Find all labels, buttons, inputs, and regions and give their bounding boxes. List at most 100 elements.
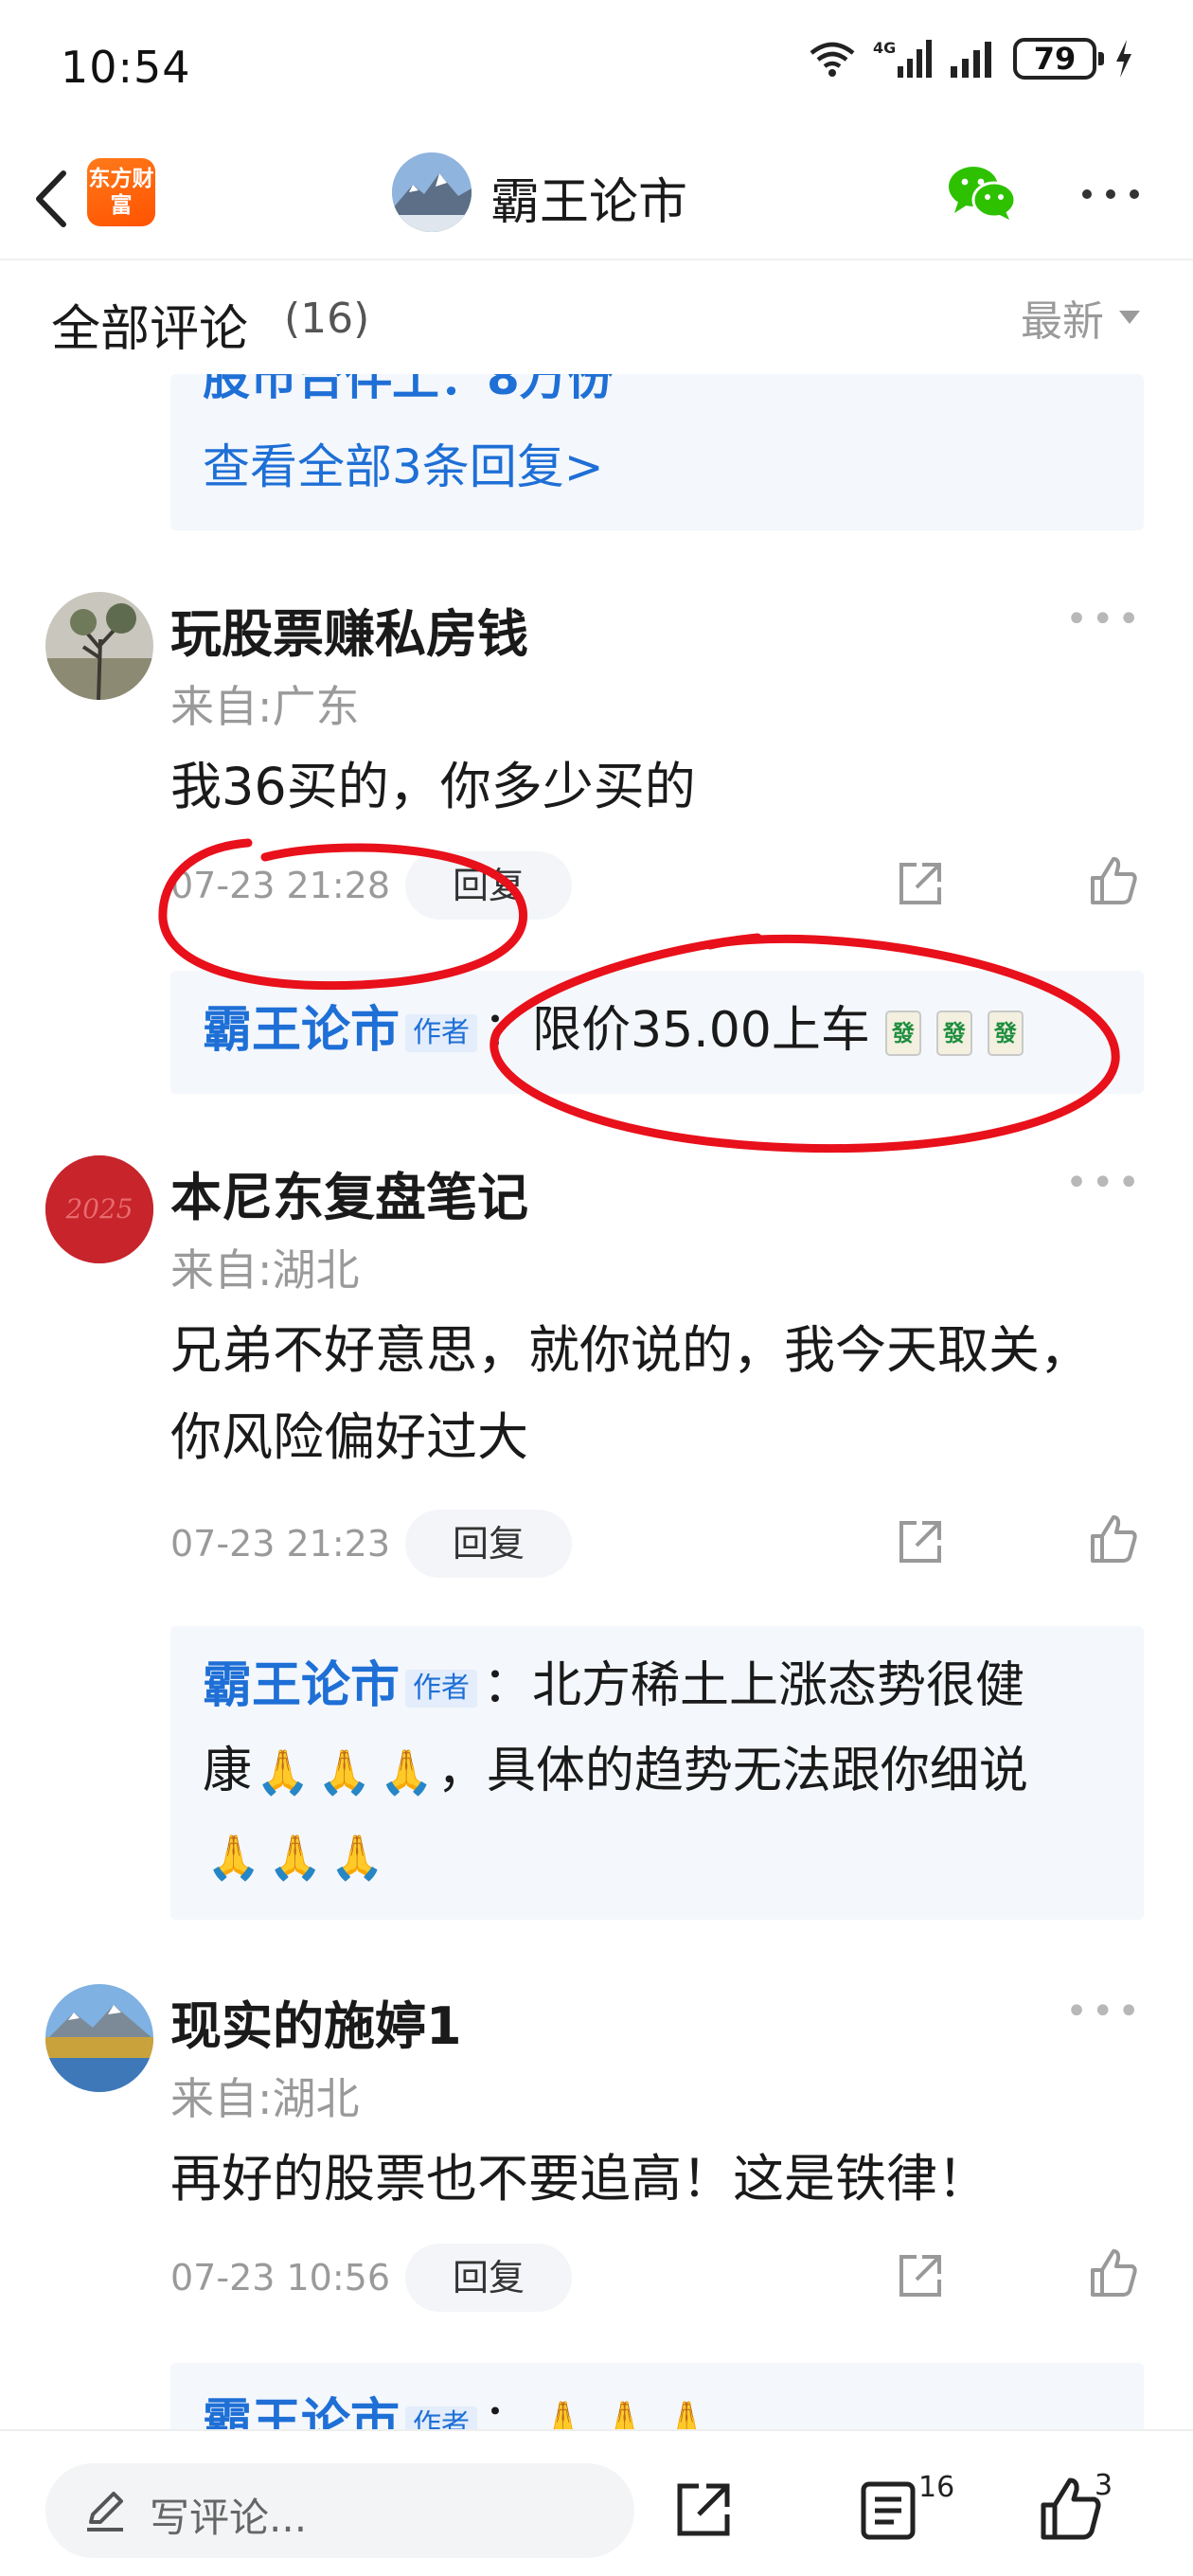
comment-time: 07-23 21:28: [170, 865, 391, 906]
like-icon[interactable]: [1087, 2247, 1140, 2300]
pray-emoji: 🙏: [379, 1746, 434, 1798]
reply-button[interactable]: 回复: [405, 851, 572, 920]
battery-indicator: 79: [1013, 38, 1104, 80]
reply-text: ，具体的趋势无法跟你细说: [436, 1743, 1028, 1799]
reply-text: ：限价35.00上车: [483, 1002, 870, 1059]
comments-list-icon[interactable]: [860, 2480, 917, 2541]
comments-title: 全部评论: [51, 301, 249, 358]
reply-box: 霸王论市 作者 ：🙏 🙏 🙏: [170, 2363, 1144, 2429]
page-title[interactable]: 霸王论市: [490, 162, 687, 233]
reply-text: ：: [483, 2394, 533, 2429]
status-time: 10:54: [61, 42, 191, 93]
reply-box: 霸王论市 作者 ：限价35.00上车發發發: [170, 971, 1144, 1094]
pray-emoji: 🙏: [659, 2398, 714, 2429]
bottom-action-bar: 写评论... 16 3: [0, 2429, 1193, 2576]
comment-more-button[interactable]: •••: [1065, 1161, 1144, 1205]
app-logo[interactable]: 东方财富: [87, 158, 155, 226]
caret-down-icon: [1119, 311, 1140, 324]
reply-line: 霸王论市 作者 ：🙏 🙏 🙏: [203, 2380, 1131, 2429]
reply-box: 霸王论市 作者 ：北方稀土上涨态势很健 康🙏 🙏 🙏，具体的趋势无法跟你细说 🙏 🙏 🙏: [170, 1626, 1144, 1920]
comment-text: 我36买的，你多少买的: [170, 757, 696, 816]
more-icon: [1082, 189, 1139, 199]
pray-emoji: 🙏: [206, 1832, 261, 1883]
share-icon[interactable]: [894, 857, 947, 910]
comment-time: 07-23 21:23: [170, 1523, 391, 1565]
red-2025-avatar-image: 2025: [45, 1155, 153, 1263]
reply-author-name[interactable]: 霸王论市: [203, 1002, 400, 1059]
comment-item: 玩股票赚私房钱 ••• 来自:广东 我36买的，你多少买的 07-23 21:2…: [0, 582, 1193, 1037]
status-bar: 10:54 4G 79: [0, 0, 1193, 137]
reply-line: 霸王论市 作者 ：北方稀土上涨态势很健: [203, 1643, 1131, 1728]
signal-icon: [951, 42, 991, 78]
reply-button[interactable]: 回复: [405, 2244, 572, 2312]
mountain-avatar-image: [392, 152, 472, 232]
back-icon: [36, 170, 66, 227]
signal-4g-icon: 4G: [873, 39, 932, 78]
more-options-button[interactable]: [1077, 175, 1144, 213]
wechat-share-button[interactable]: [947, 164, 1017, 221]
pray-emoji: 🙏: [329, 1832, 384, 1883]
reply-line: 康🙏 🙏 🙏，具体的趋势无法跟你细说: [203, 1728, 1131, 1815]
author-avatar[interactable]: [392, 152, 472, 232]
share-icon[interactable]: [894, 1515, 947, 1568]
wifi-icon: [810, 42, 855, 77]
status-icons: 4G 79: [809, 38, 1134, 80]
author-tag: 作者: [405, 1014, 478, 1052]
svg-text:2025: 2025: [64, 1193, 133, 1225]
reply-author-name[interactable]: 霸王论市: [203, 2394, 400, 2429]
mahjong-fa-emoji: 發: [935, 1011, 972, 1056]
reply-text: 康: [203, 1743, 253, 1799]
pray-emoji: 🙏: [317, 1746, 372, 1798]
comment-location: 来自:广东: [170, 681, 360, 732]
mahjong-fa-emoji: 發: [987, 1011, 1024, 1056]
reply-partial-text: 股市台伴土：8万份: [203, 374, 614, 405]
like-icon[interactable]: [1087, 1513, 1140, 1566]
comments-header: 全部评论 (16) 最新: [0, 260, 1193, 374]
comment-username[interactable]: 本尼东复盘笔记: [170, 1155, 528, 1230]
view-all-replies-link[interactable]: 查看全部3条回复>: [203, 429, 604, 497]
comment-more-button[interactable]: •••: [1065, 1990, 1144, 2033]
avatar[interactable]: 2025: [45, 1155, 153, 1263]
comment-location: 来自:湖北: [170, 2073, 360, 2124]
comment-location: 来自:湖北: [170, 1244, 360, 1296]
comment-more-button[interactable]: •••: [1065, 598, 1144, 641]
comment-count-badge: 16: [918, 2471, 955, 2504]
pray-emoji: 🙏: [536, 2398, 591, 2429]
reply-line: 🙏 🙏 🙏: [203, 1814, 1131, 1900]
reply-text: ：北方稀土上涨态势很健: [483, 1657, 1025, 1714]
reply-line: 霸王论市 作者 ：限价35.00上车發發發: [203, 988, 1131, 1073]
back-button[interactable]: [19, 166, 85, 232]
reply-button[interactable]: 回复: [405, 1510, 572, 1578]
avatar[interactable]: [45, 592, 153, 700]
write-comment-input[interactable]: 写评论...: [45, 2463, 634, 2558]
charging-icon: [1116, 40, 1131, 78]
reply-box-previous: 股市台伴土：8万份 查看全部3条回复>: [170, 374, 1144, 530]
mahjong-fa-emoji: 發: [884, 1011, 921, 1056]
like-icon[interactable]: [1087, 855, 1140, 908]
reply-author-name[interactable]: 霸王论市: [203, 1657, 400, 1714]
comment-item: 现实的施婷1 ••• 来自:湖北 再好的股票也不要追高！这是铁律！ 07-23 …: [0, 1975, 1193, 2372]
pencil-icon: [87, 2492, 123, 2531]
pray-emoji: 🙏: [597, 2398, 652, 2429]
comment-list[interactable]: 股市台伴土：8万份 查看全部3条回复> 玩股票赚私房钱 ••• 来自:广东 我3…: [0, 374, 1193, 2429]
pray-emoji: 🙏: [268, 1832, 323, 1883]
author-tag: 作者: [405, 1670, 478, 1708]
svg-text:4G: 4G: [873, 39, 896, 57]
comment-text: 再好的股票也不要追高！这是铁律！: [170, 2149, 988, 2209]
comment-text: 兄弟不好意思，就你说的，我今天取关，你风险偏好过大: [170, 1320, 1091, 1467]
comment-username[interactable]: 现实的施婷1: [170, 1984, 462, 2059]
author-tag: 作者: [405, 2406, 478, 2429]
like-count-badge: 3: [1095, 2469, 1113, 2502]
avatar[interactable]: [45, 1984, 153, 2092]
tree-avatar-image: [45, 592, 153, 700]
pray-emoji: 🙏: [256, 1746, 311, 1798]
nav-bar: 东方财富 霸王论市: [0, 137, 1193, 260]
comment-username[interactable]: 玩股票赚私房钱: [170, 592, 528, 667]
sort-dropdown[interactable]: 最新: [1021, 287, 1142, 348]
comments-count: (16): [284, 295, 370, 343]
share-icon[interactable]: [672, 2478, 735, 2541]
landscape-avatar-image: [45, 1984, 153, 2092]
write-comment-placeholder: 写评论...: [150, 2495, 308, 2541]
comment-time: 07-23 10:56: [170, 2257, 391, 2299]
share-icon[interactable]: [894, 2249, 947, 2302]
